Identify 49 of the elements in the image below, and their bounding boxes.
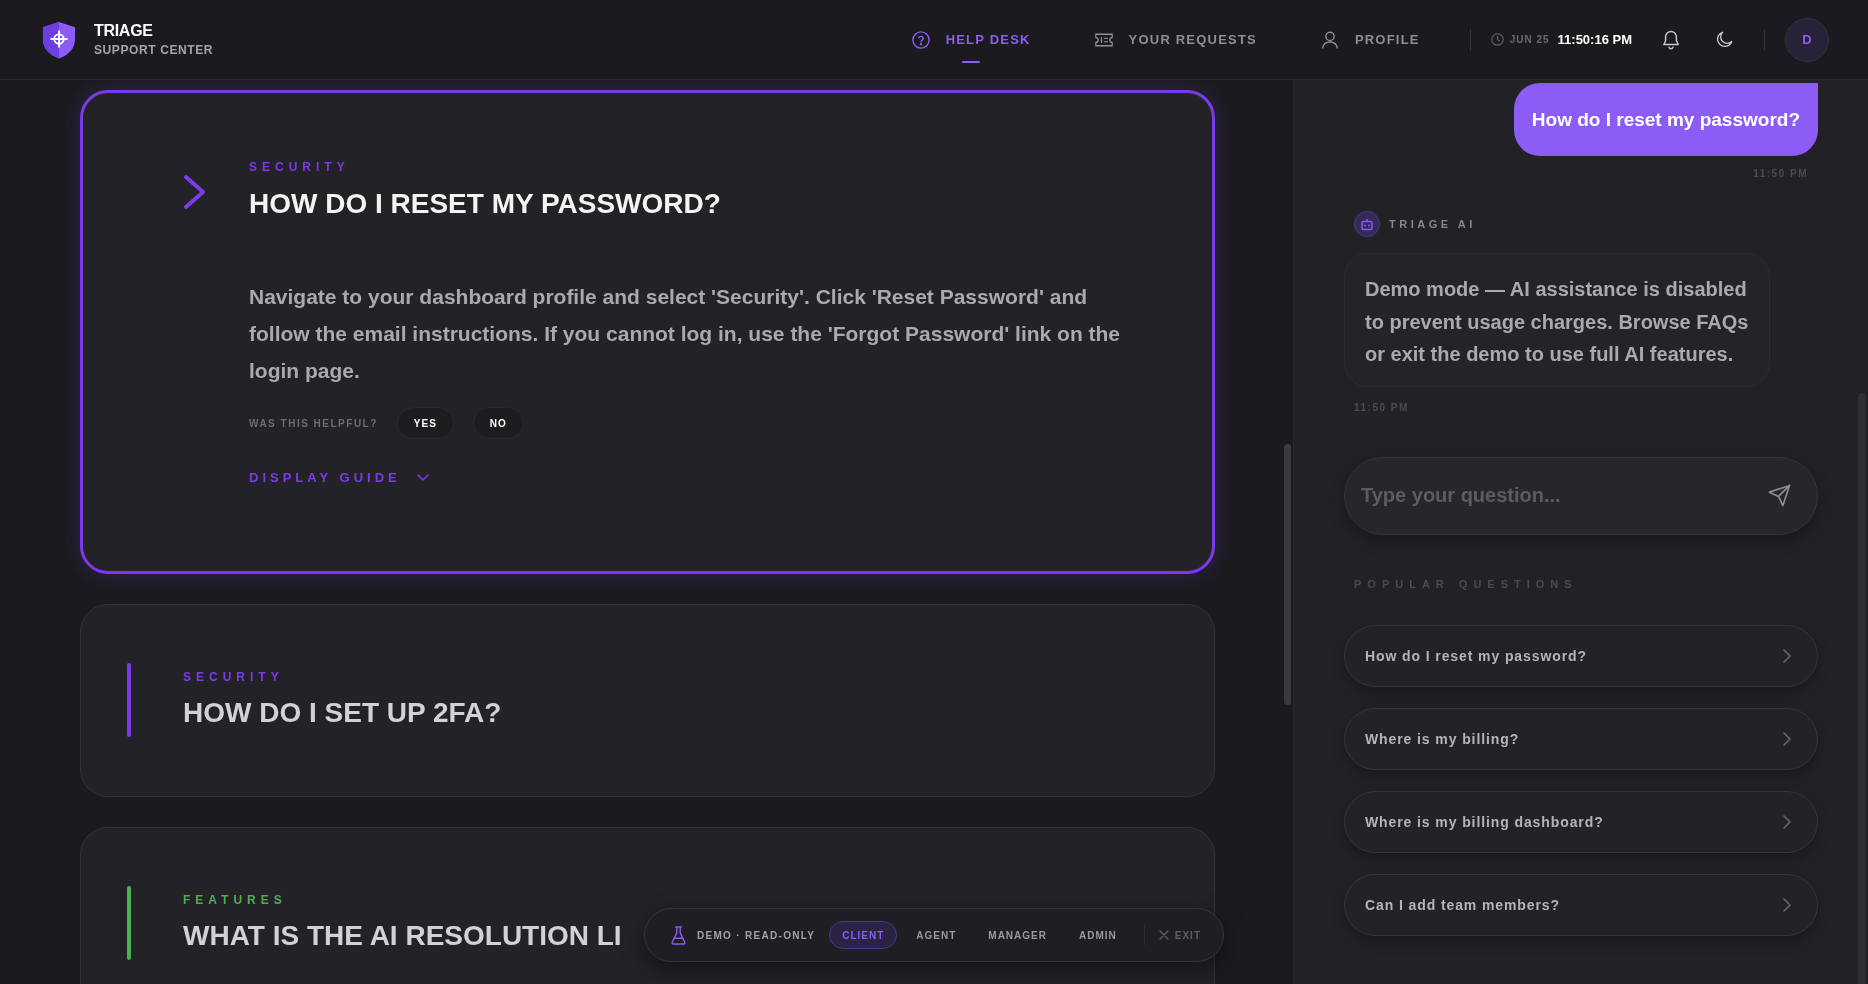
- help-icon: [911, 30, 930, 49]
- clock-icon: [1490, 33, 1504, 46]
- robot-icon: [1354, 211, 1380, 237]
- nav-tab[interactable]: YOUR REQUESTS: [1094, 0, 1257, 79]
- bot-message: Demo mode — AI assistance is disabled to prevent usage charges. Browse FAQs or exit the demo to use full AI features.: [1344, 253, 1770, 387]
- bell-icon[interactable]: [1662, 29, 1680, 50]
- moon-icon[interactable]: [1716, 31, 1733, 48]
- send-icon[interactable]: [1768, 483, 1791, 507]
- role-tab[interactable]: MANAGER: [975, 921, 1060, 949]
- brand-name: TRIAGE: [94, 22, 154, 40]
- shield-icon[interactable]: [42, 20, 76, 59]
- faq-title: HOW DO I RESET MY PASSWORD?: [249, 187, 722, 221]
- helpful-prompt: WAS THIS HELPFUL?: [249, 417, 378, 429]
- nav-tab[interactable]: PROFILE: [1320, 0, 1420, 79]
- faq-card[interactable]: [80, 90, 1215, 574]
- chevron-right-icon: [183, 174, 207, 210]
- faq-title: WHAT IS THE AI RESOLUTION LI: [183, 919, 622, 953]
- chevron-right-icon: [1783, 648, 1791, 663]
- role-tab[interactable]: ADMIN: [1066, 921, 1130, 949]
- question-chip[interactable]: Where is my billing dashboard?: [1344, 790, 1818, 853]
- user-message: How do I reset my password?: [1513, 83, 1818, 156]
- demo-label: DEMO · READ-ONLY: [697, 929, 816, 941]
- question-chip[interactable]: Where is my billing?: [1344, 707, 1818, 770]
- close-icon: [1158, 930, 1169, 940]
- scrollbar-thumb[interactable]: [1284, 444, 1291, 705]
- chevron-right-icon: [1783, 897, 1791, 912]
- chevron-right-icon: [1783, 731, 1791, 746]
- question-chip[interactable]: Can I add team members?: [1344, 873, 1818, 936]
- faq-category: SECURITY: [249, 159, 351, 175]
- vote-button[interactable]: NO: [472, 407, 524, 439]
- faq-title: HOW DO I SET UP 2FA?: [183, 696, 502, 730]
- chevron-down-icon: [416, 473, 429, 482]
- clock-time: 11:50:16 PM: [1557, 32, 1632, 47]
- brand-tagline: SUPPORT CENTER: [94, 43, 214, 57]
- chevron-right-icon: [1783, 814, 1791, 829]
- faq-card[interactable]: SECURITY HOW DO I SET UP 2FA?: [80, 604, 1215, 797]
- date-label: JUN 25: [1509, 34, 1550, 45]
- question-chip[interactable]: How do I reset my password?: [1344, 624, 1818, 687]
- nav-tab[interactable]: HELP DESK: [911, 0, 1031, 79]
- user-avatar[interactable]: D: [1785, 17, 1829, 62]
- user-icon: [1320, 30, 1339, 49]
- flask-icon: [671, 925, 686, 945]
- faq-category: FEATURES: [183, 892, 288, 908]
- faq-answer: Navigate to your dashboard profile and select 'Security'. Click 'Reset Password' and follow the email instructions. If you cannot log in, use the 'Forgot Password' link on the login page.: [249, 284, 1122, 384]
- faq-category: SECURITY: [183, 669, 285, 685]
- sender-name: TRIAGE AI: [1389, 218, 1476, 230]
- role-tab[interactable]: AGENT: [903, 921, 970, 949]
- vote-button[interactable]: YES: [396, 407, 454, 439]
- role-tab[interactable]: CLIENT: [829, 921, 898, 949]
